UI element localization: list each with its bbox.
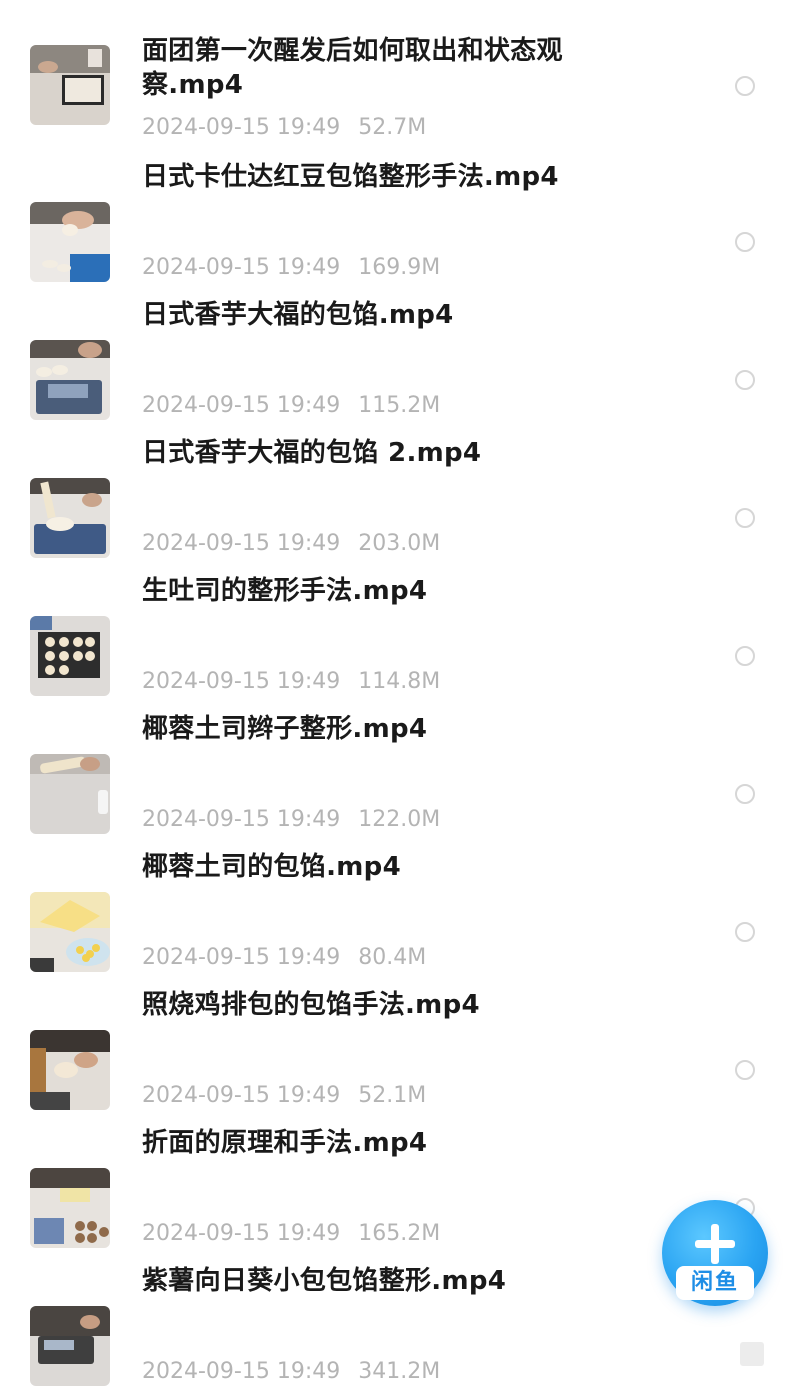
list-item[interactable]: 生吐司的整形手法.mp4 2024-09-15 19:49 114.8M — [0, 568, 790, 706]
file-date: 2024-09-15 19:49 — [142, 1083, 341, 1108]
file-size: 115.2M — [358, 393, 441, 418]
video-thumbnail — [30, 45, 110, 125]
file-name: 紫薯向日葵小包包馅整形.mp4 — [142, 1266, 507, 1296]
file-date: 2024-09-15 19:49 — [142, 1221, 341, 1246]
select-radio[interactable] — [735, 1060, 755, 1080]
video-thumbnail — [30, 892, 110, 972]
video-thumbnail — [30, 1168, 110, 1248]
file-size: 114.8M — [358, 669, 441, 694]
select-radio[interactable] — [735, 646, 755, 666]
list-item[interactable]: 面团第一次醒发后如何取出和状态观察.mp4 2024-09-15 19:49 52… — [0, 0, 790, 154]
select-radio[interactable] — [735, 922, 755, 942]
video-thumbnail — [30, 1030, 110, 1110]
list-item[interactable]: 照烧鸡排包的包馅手法.mp4 2024-09-15 19:49 52.1M — [0, 982, 790, 1120]
file-size: 52.1M — [358, 1083, 427, 1108]
file-name: 椰蓉土司辫子整形.mp4 — [142, 714, 428, 744]
file-name: 生吐司的整形手法.mp4 — [142, 576, 428, 606]
video-thumbnail — [30, 202, 110, 282]
video-thumbnail — [30, 616, 110, 696]
file-meta: 2024-09-15 19:49 341.2M — [142, 1358, 440, 1386]
app-badge: 闲鱼 — [676, 1266, 754, 1300]
file-size: 52.7M — [358, 115, 427, 140]
select-radio[interactable] — [735, 508, 755, 528]
file-meta: 2024-09-15 19:49 169.9M — [142, 254, 440, 282]
file-name: 日式香芋大福的包馅 2.mp4 — [142, 438, 482, 468]
file-name: 日式卡仕达红豆包馅整形手法.mp4 — [142, 162, 559, 192]
file-meta: 2024-09-15 19:49 203.0M — [142, 530, 440, 558]
video-thumbnail — [30, 478, 110, 558]
file-date: 2024-09-15 19:49 — [142, 393, 341, 418]
file-meta: 2024-09-15 19:49 114.8M — [142, 668, 440, 696]
file-date: 2024-09-15 19:49 — [142, 807, 341, 832]
file-size: 203.0M — [358, 531, 441, 556]
list-item[interactable]: 日式香芋大福的包馅 2.mp4 2024-09-15 19:49 203.0M — [0, 430, 790, 568]
file-name: 照烧鸡排包的包馅手法.mp4 — [142, 990, 480, 1020]
file-name: 折面的原理和手法.mp4 — [142, 1128, 428, 1158]
list-item[interactable]: 椰蓉土司辫子整形.mp4 2024-09-15 19:49 122.0M — [0, 706, 790, 844]
file-meta: 2024-09-15 19:49 115.2M — [142, 392, 440, 420]
file-meta: 2024-09-15 19:49 80.4M — [142, 944, 426, 972]
file-date: 2024-09-15 19:49 — [142, 115, 341, 140]
file-size: 122.0M — [358, 807, 441, 832]
select-radio[interactable] — [735, 76, 755, 96]
file-meta: 2024-09-15 19:49 52.1M — [142, 1082, 426, 1110]
file-date: 2024-09-15 19:49 — [142, 531, 341, 556]
file-name: 面团第一次醒发后如何取出和状态观察.mp4 — [142, 36, 563, 100]
file-name: 日式香芋大福的包馅.mp4 — [142, 300, 454, 330]
file-size: 165.2M — [358, 1221, 441, 1246]
file-date: 2024-09-15 19:49 — [142, 255, 341, 280]
publish-fab-button[interactable]: 闲鱼 — [662, 1200, 768, 1306]
file-list: 面团第一次醒发后如何取出和状态观察.mp4 2024-09-15 19:49 52… — [0, 0, 790, 1396]
file-meta: 2024-09-15 19:49 52.7M — [142, 114, 426, 142]
file-name: 椰蓉土司的包馅.mp4 — [142, 852, 401, 882]
list-item[interactable]: 椰蓉土司的包馅.mp4 2024-09-15 19:49 80.4M — [0, 844, 790, 982]
list-item[interactable]: 日式香芋大福的包馅.mp4 2024-09-15 19:49 115.2M — [0, 292, 790, 430]
file-meta: 2024-09-15 19:49 122.0M — [142, 806, 440, 834]
video-thumbnail — [30, 754, 110, 834]
file-date: 2024-09-15 19:49 — [142, 945, 341, 970]
file-date: 2024-09-15 19:49 — [142, 1359, 341, 1384]
select-checkbox[interactable] — [740, 1342, 764, 1366]
file-date: 2024-09-15 19:49 — [142, 669, 341, 694]
file-meta: 2024-09-15 19:49 165.2M — [142, 1220, 440, 1248]
select-radio[interactable] — [735, 370, 755, 390]
select-radio[interactable] — [735, 784, 755, 804]
list-item[interactable]: 日式卡仕达红豆包馅整形手法.mp4 2024-09-15 19:49 169.9M — [0, 154, 790, 292]
file-size: 80.4M — [358, 945, 427, 970]
file-size: 341.2M — [358, 1359, 441, 1384]
select-radio[interactable] — [735, 232, 755, 252]
video-thumbnail — [30, 340, 110, 420]
file-size: 169.9M — [358, 255, 441, 280]
video-thumbnail — [30, 1306, 110, 1386]
